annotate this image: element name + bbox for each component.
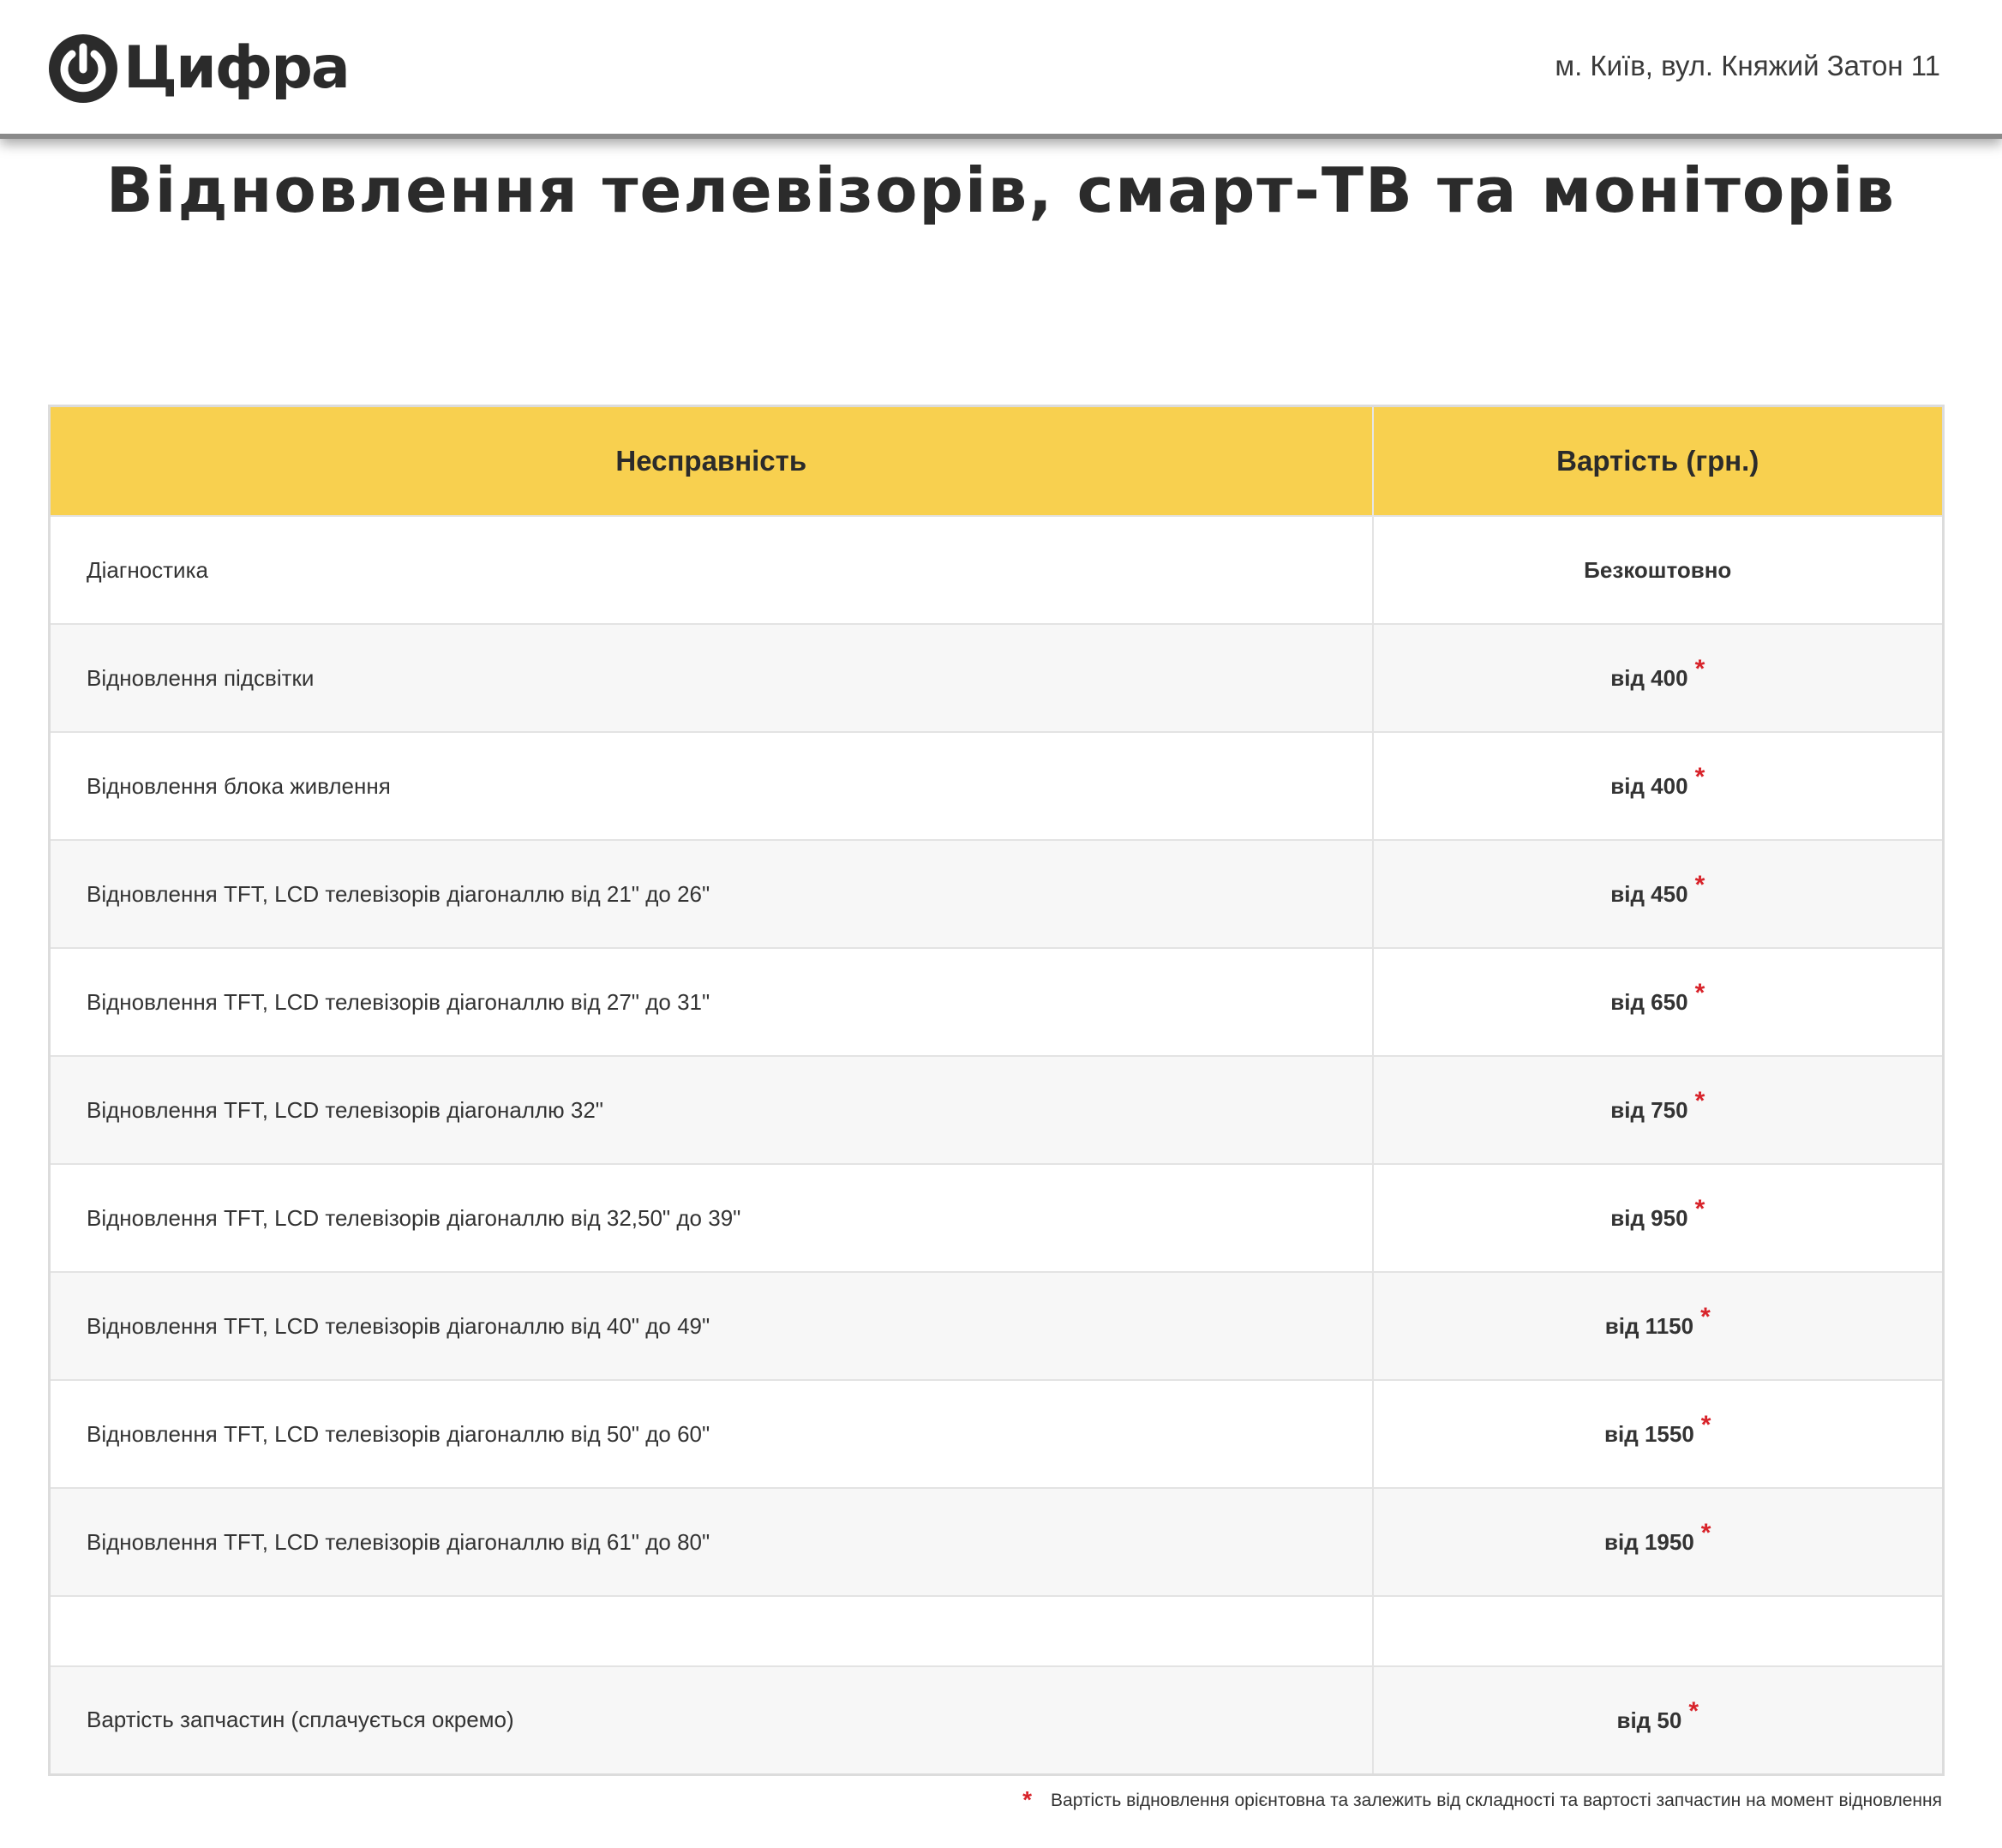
price-value: від 950 — [1610, 1205, 1688, 1231]
row-price — [1372, 1595, 1945, 1666]
row-issue: Відновлення TFT, LCD телевізорів діагона… — [49, 947, 1374, 1056]
address: м. Київ, вул. Княжий Затон 11 — [1555, 50, 1940, 81]
price-value: від 1150 — [1604, 1313, 1694, 1339]
asterisk-icon: * — [1694, 979, 1705, 1007]
row-price: від 1550 * — [1372, 1379, 1945, 1488]
table-row: Відновлення TFT, LCD телевізорів діагона… — [49, 1163, 1945, 1272]
asterisk-icon: * — [1694, 1195, 1705, 1223]
row-price: Безкоштовно — [1372, 515, 1945, 624]
row-issue: Відновлення TFT, LCD телевізорів діагона… — [49, 839, 1374, 948]
price-value: від 750 — [1610, 1097, 1688, 1123]
table-row: Відновлення підсвітки від 400 * — [49, 623, 1945, 732]
row-issue: Відновлення TFT, LCD телевізорів діагона… — [49, 1271, 1374, 1380]
asterisk-icon: * — [1694, 1087, 1705, 1115]
asterisk-icon: * — [1694, 763, 1705, 791]
column-header-price: Вартість (грн.) — [1372, 405, 1945, 516]
row-price: від 750 * — [1372, 1055, 1945, 1164]
row-issue: Відновлення TFT, LCD телевізорів діагона… — [49, 1163, 1374, 1272]
table-row: Відновлення блока живлення від 400 * — [49, 731, 1945, 840]
table-row: Відновлення TFT, LCD телевізорів діагона… — [49, 839, 1945, 948]
logo-text: Цифра — [123, 34, 351, 102]
row-price: від 950 * — [1372, 1163, 1945, 1272]
footnote: * Вартість відновлення орієнтовна та зале… — [1022, 1785, 1942, 1813]
price-table: Несправність Вартість (грн.) Діагностика… — [48, 405, 1945, 1776]
asterisk-icon: * — [1694, 871, 1705, 899]
price-value: від 650 — [1610, 989, 1688, 1015]
table-row: Діагностика Безкоштовно — [49, 515, 1945, 624]
row-issue: Відновлення TFT, LCD телевізорів діагона… — [49, 1055, 1374, 1164]
row-price: від 450 * — [1372, 839, 1945, 948]
footnote-text: Вартість відновлення орієнтовна та залеж… — [1051, 1791, 1942, 1810]
power-icon — [49, 34, 117, 103]
row-issue — [49, 1595, 1374, 1666]
table-row: Відновлення TFT, LCD телевізорів діагона… — [49, 1487, 1945, 1596]
price-value: від 450 — [1610, 881, 1688, 907]
table-row: Відновлення TFT, LCD телевізорів діагона… — [49, 947, 1945, 1056]
price-value: від 1550 — [1604, 1421, 1694, 1447]
asterisk-icon: * — [1700, 1519, 1711, 1547]
price-value: від 400 — [1610, 665, 1688, 691]
row-price: від 1950 * — [1372, 1487, 1945, 1596]
row-issue: Відновлення блока живлення — [49, 731, 1374, 840]
table-row: Відновлення TFT, LCD телевізорів діагона… — [49, 1271, 1945, 1380]
table-row-empty — [49, 1595, 1945, 1666]
asterisk-icon: * — [1688, 1696, 1699, 1725]
row-issue: Відновлення TFT, LCD телевізорів діагона… — [49, 1379, 1374, 1488]
row-price: від 400 * — [1372, 731, 1945, 840]
row-price: від 400 * — [1372, 623, 1945, 732]
asterisk-icon: * — [1700, 1303, 1711, 1331]
site-header: Цифра м. Київ, вул. Княжий Затон 11 — [0, 0, 2002, 139]
row-issue: Вартість запчастин (сплачується окремо) — [49, 1665, 1374, 1774]
row-price: від 650 * — [1372, 947, 1945, 1056]
row-issue: Діагностика — [49, 515, 1374, 624]
table-row: Відновлення TFT, LCD телевізорів діагона… — [49, 1379, 1945, 1488]
price-value: від 50 — [1616, 1707, 1682, 1733]
logo[interactable]: Цифра — [48, 32, 351, 105]
table-row: Вартість запчастин (сплачується окремо) … — [49, 1665, 1945, 1774]
asterisk-icon: * — [1022, 1786, 1033, 1813]
price-value: Безкоштовно — [1584, 556, 1732, 583]
table-row: Відновлення TFT, LCD телевізорів діагона… — [49, 1055, 1945, 1164]
row-price: від 50 * — [1372, 1665, 1945, 1774]
asterisk-icon: * — [1694, 655, 1705, 683]
asterisk-icon: * — [1700, 1411, 1711, 1439]
row-price: від 1150 * — [1372, 1271, 1945, 1380]
column-header-issue: Несправність — [49, 405, 1374, 516]
page-title: Відновлення телевізорів, смарт-ТВ та мон… — [105, 154, 1897, 226]
row-issue: Відновлення підсвітки — [49, 623, 1374, 732]
table-header-row: Несправність Вартість (грн.) — [49, 405, 1945, 516]
price-value: від 1950 — [1604, 1529, 1694, 1555]
price-value: від 400 — [1610, 773, 1688, 799]
row-issue: Відновлення TFT, LCD телевізорів діагона… — [49, 1487, 1374, 1596]
